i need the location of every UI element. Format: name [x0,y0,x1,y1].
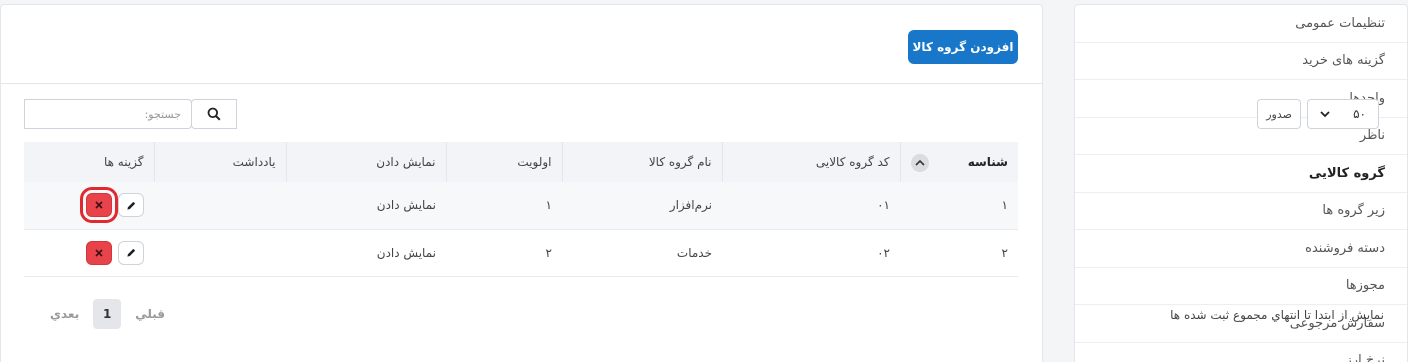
cell-id: ۱ [900,182,1018,230]
page-length-select[interactable]: ۵۰ [1307,99,1379,129]
page-length-value: ۵۰ [1353,107,1366,121]
table-header-row: شناسه کد گروه کالایی نام گروه کالا اولوی… [24,142,1018,182]
sidebar-item-subgroups[interactable]: زیر گروه ها [1075,193,1407,230]
column-header-name[interactable]: نام گروه کالا [561,142,722,182]
search-button[interactable] [191,99,237,129]
cell-priority: ۱ [446,182,562,230]
delete-button[interactable] [80,187,118,224]
table-row: ۱ ۰۱ نرم‌افزار ۱ نمایش دادن [24,182,1018,230]
sidebar-item-label: ناظر [1359,128,1385,144]
cell-display: نمایش دادن [286,182,446,230]
table-row: ۲ ۰۲ خدمات ۲ نمایش دادن [24,229,1018,277]
column-header-id[interactable]: شناسه [899,142,1018,182]
cell-options [24,229,154,277]
edit-button[interactable] [118,240,144,265]
sidebar-item-seller-category[interactable]: دسته فروشنده [1075,230,1407,268]
cell-name: خدمات [562,229,722,277]
search-input[interactable] [24,99,192,129]
product-group-table: شناسه کد گروه کالایی نام گروه کالا اولوی… [24,142,1018,277]
sidebar-item-label: گزینه های خرید [1302,53,1385,69]
pencil-icon [126,201,135,210]
sidebar-item-label: تنظیمات عمومی [1295,15,1385,31]
chevron-down-icon [1320,111,1330,118]
edit-button[interactable] [118,193,144,218]
pagination-current-page[interactable]: 1 [93,299,122,329]
cell-code: ۰۲ [722,229,900,277]
cell-options [24,182,154,230]
close-icon [95,201,103,209]
sidebar-item-label: دسته فروشنده [1305,240,1385,256]
search-box [24,99,237,129]
column-header-display[interactable]: نمایش دادن [285,142,446,182]
table-info: نمایش از ابتدا تا انتهاي مجموع ثبت شده ه… [1170,308,1384,322]
pagination-previous[interactable]: قبلي [135,307,165,321]
sidebar-item-permissions[interactable]: مجوزها [1075,268,1407,305]
pagination: بعدي 1 قبلي [50,299,165,329]
cell-code: ۰۱ [722,182,900,230]
sidebar-item-general-settings[interactable]: تنظیمات عمومی [1075,5,1407,43]
cell-note [154,182,286,230]
page-length-label: صدور [1257,99,1301,129]
column-header-code[interactable]: کد گروه کالایی [721,142,900,182]
sidebar-item-exchange-rate[interactable]: نرخ ارز [1075,343,1407,362]
card-header: افزودن گروه کالا [1,5,1042,84]
sidebar-item-label: گروه کالایی [1308,165,1385,181]
sidebar-item-label: مجوزها [1345,278,1385,294]
cell-name: نرم‌افزار [562,182,722,230]
sidebar-item-label: نرخ ارز [1345,353,1385,362]
cell-display: نمایش دادن [286,229,446,277]
column-header-priority[interactable]: اولویت [445,142,562,182]
page-length-control: ۵۰ صدور [1257,99,1379,129]
column-header-options: گزینه ها [24,142,154,182]
close-icon [95,248,103,257]
sidebar-item-purchase-options[interactable]: گزینه های خرید [1075,43,1407,80]
sidebar-item-product-group[interactable]: گروه کالایی [1075,155,1407,193]
cell-note [154,229,286,277]
sort-ascending-icon[interactable] [910,154,929,172]
column-header-note[interactable]: یادداشت [153,142,286,182]
search-icon [207,107,221,121]
add-product-group-button[interactable]: افزودن گروه کالا [908,30,1018,64]
cell-priority: ۲ [446,229,562,277]
pagination-next[interactable]: بعدي [50,307,79,321]
sidebar-item-label: زیر گروه ها [1322,203,1385,219]
pencil-icon [126,248,135,257]
delete-button[interactable] [86,240,112,265]
cell-id: ۲ [900,229,1018,277]
